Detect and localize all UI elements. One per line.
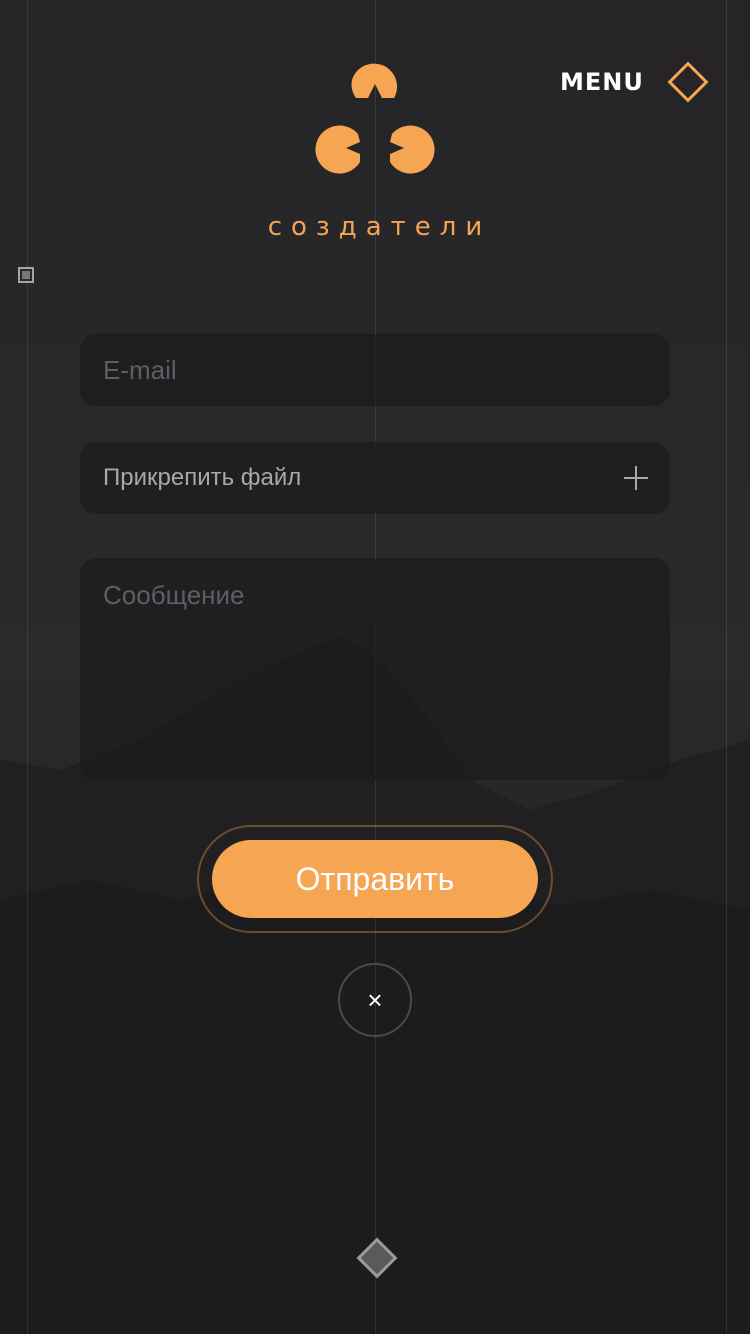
message-input[interactable]: [103, 580, 670, 760]
close-icon: ×: [367, 984, 383, 1015]
submit-button-ring: Отправить: [197, 825, 553, 933]
diamond-menu-icon: [667, 61, 709, 103]
plus-icon[interactable]: [624, 466, 648, 490]
email-input[interactable]: [103, 354, 670, 386]
grid-line-right: [726, 0, 727, 1334]
grid-line-left: [27, 0, 28, 1334]
menu-button[interactable]: MENU: [560, 56, 714, 108]
diamond-icon[interactable]: [350, 1231, 404, 1285]
submit-button[interactable]: Отправить: [212, 840, 538, 918]
attach-file-field[interactable]: Прикрепить файл: [80, 442, 670, 514]
brand-name: создатели: [267, 212, 492, 242]
email-field[interactable]: [80, 334, 670, 406]
close-button[interactable]: ×: [338, 963, 412, 1037]
message-field[interactable]: [80, 558, 670, 780]
attach-file-label: Прикрепить файл: [103, 464, 302, 491]
square-icon: [18, 267, 34, 283]
logo-icon: [315, 63, 435, 174]
menu-label: MENU: [560, 68, 644, 96]
